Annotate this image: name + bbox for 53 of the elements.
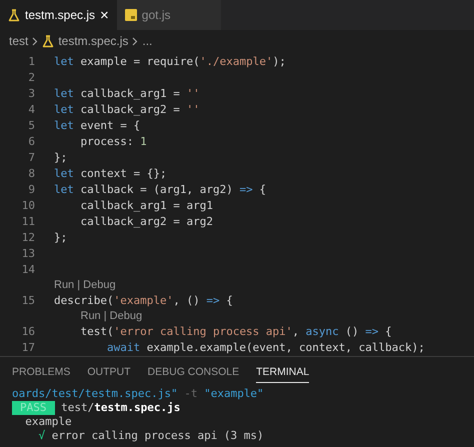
terminal-text: √ error calling process api (3 ms)	[37, 429, 264, 443]
code-line: let context = {};	[54, 166, 167, 182]
line-number: 10	[20, 198, 35, 214]
line-number: 17	[20, 340, 35, 356]
line-number: 14	[20, 262, 35, 278]
pass-badge: PASS	[12, 401, 54, 415]
chevron-icon	[132, 36, 138, 46]
line-number: 15	[20, 292, 35, 309]
code-line: callback_arg2 = arg2	[79, 214, 213, 230]
close-icon[interactable]: ×	[100, 8, 109, 22]
codelens-links[interactable]: Run | Debug	[80, 308, 142, 325]
terminal-text: oards/test/testm.spec.js" -t "example"	[12, 387, 264, 401]
line-number: 2	[27, 70, 35, 86]
js-file-icon	[124, 9, 137, 21]
flask-icon	[8, 8, 20, 22]
line-number: 12	[20, 230, 35, 246]
code-line: let callback_arg2 = ''	[54, 102, 200, 118]
code-line: await example.example(event, context, callback);	[106, 340, 425, 356]
code-line: };	[54, 230, 68, 246]
panel-tab[interactable]: DEBUG CONSOLE	[148, 365, 240, 383]
line-number: 16	[20, 324, 35, 340]
code-line: let example = require('./example');	[54, 54, 286, 70]
breadcrumb-item[interactable]: test	[9, 32, 28, 50]
code-line: };	[54, 150, 68, 166]
line-number: 5	[27, 118, 35, 134]
line-number: 7	[27, 150, 35, 166]
line-number: 11	[20, 214, 35, 230]
code-line: let event = {	[54, 118, 140, 134]
line-number: 6	[27, 134, 35, 150]
panel-tab[interactable]: OUTPUT	[87, 365, 131, 383]
line-number: 8	[27, 166, 35, 182]
code-line: let callback_arg1 = ''	[54, 86, 200, 102]
code-line: callback_arg1 = arg1	[79, 198, 213, 214]
terminal-text: test/testm.spec.js	[60, 401, 180, 415]
terminal-text: example	[24, 415, 72, 429]
breadcrumb-item[interactable]: testm.spec.js	[58, 32, 128, 50]
code-line: describe('example', () => {	[54, 292, 233, 309]
line-number: 4	[27, 102, 35, 118]
editor-tab[interactable]: got.js	[116, 0, 221, 30]
code-line: process: 1	[79, 134, 147, 150]
breadcrumb-item[interactable]: ...	[142, 32, 152, 50]
line-number: 1	[27, 54, 35, 70]
chevron-icon	[32, 36, 38, 46]
codelens-links[interactable]: Run | Debug	[54, 277, 116, 294]
code-line: test('error calling process api', async () => {	[79, 324, 392, 340]
line-number: 9	[27, 182, 35, 198]
flask-icon	[42, 34, 54, 48]
line-number: 13	[20, 246, 35, 262]
panel-tab[interactable]: TERMINAL	[256, 365, 310, 383]
editor-tab[interactable]: testm.spec.js ×	[0, 0, 117, 30]
panel-tab[interactable]: PROBLEMS	[12, 365, 70, 383]
code-line: let callback = (arg1, arg2) => {	[54, 182, 266, 198]
line-number: 3	[27, 86, 35, 102]
